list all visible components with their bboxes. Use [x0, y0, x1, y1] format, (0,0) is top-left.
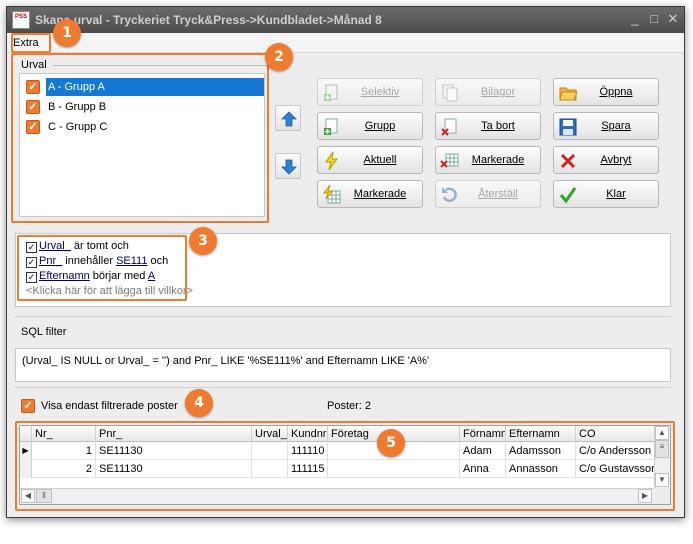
- button-label: Spara: [601, 120, 631, 132]
- copy-pages-icon: [442, 84, 458, 102]
- button-label: Öppna: [599, 86, 633, 98]
- callout-marker-2: 2: [265, 43, 293, 71]
- callout-frame-1: [11, 33, 51, 53]
- sql-filter-label: SQL filter: [21, 326, 67, 338]
- page-delete-icon: [441, 118, 457, 136]
- show-filtered-label: Visa endast filtrerade poster: [41, 400, 178, 412]
- markerade-add-button[interactable]: Markerade: [317, 180, 423, 208]
- app-icon: PSS: [12, 11, 30, 29]
- callout-marker-3: 3: [189, 227, 217, 255]
- button-label: Grupp: [364, 120, 396, 132]
- callout-frame-3: [17, 235, 187, 301]
- main-window: PSS Skapa urval - Tryckeriet Tryck&Press…: [6, 6, 685, 518]
- selektiv-button[interactable]: Selektiv: [317, 78, 423, 106]
- arrow-down-icon: [281, 159, 297, 175]
- avbryt-button[interactable]: Avbryt: [553, 146, 659, 174]
- record-count: Poster: 2: [327, 400, 372, 412]
- move-up-button[interactable]: [275, 105, 301, 131]
- divider: [15, 316, 671, 317]
- button-label: Selektiv: [360, 86, 400, 98]
- maximize-icon[interactable]: □: [646, 12, 662, 28]
- callout-frame-5: [15, 421, 675, 511]
- callout-marker-1: 1: [53, 19, 81, 47]
- button-label: Återställ: [478, 188, 518, 200]
- button-label: Klar: [606, 188, 626, 200]
- sql-filter-text: (Urval_ IS NULL or Urval_ = '') and Pnr_…: [22, 355, 430, 367]
- oppna-button[interactable]: Öppna: [553, 78, 659, 106]
- button-label: Avbryt: [600, 154, 632, 166]
- button-label: Ta bort: [481, 120, 515, 132]
- callout-marker-4: 4: [185, 389, 213, 417]
- button-label: Markerade: [353, 188, 407, 200]
- window-title: Skapa urval - Tryckeriet Tryck&Press->Ku…: [35, 13, 382, 27]
- save-icon: [559, 118, 577, 136]
- bilagor-button[interactable]: Bilagor: [435, 78, 541, 106]
- aterstall-button[interactable]: Återställ: [435, 180, 541, 208]
- divider: [15, 387, 671, 388]
- cross-icon: [560, 153, 576, 169]
- button-label: Markerade: [471, 154, 525, 166]
- spara-button[interactable]: Spara: [553, 112, 659, 140]
- lightning-icon: [325, 151, 338, 171]
- title-bar: PSS Skapa urval - Tryckeriet Tryck&Press…: [7, 7, 684, 33]
- sql-filter-field[interactable]: (Urval_ IS NULL or Urval_ = '') and Pnr_…: [15, 348, 671, 382]
- show-filtered-checkbox[interactable]: ✓: [21, 399, 35, 413]
- move-down-button[interactable]: [275, 153, 301, 179]
- arrow-up-icon: [281, 111, 297, 127]
- callout-frame-2: [11, 53, 269, 223]
- close-icon[interactable]: ✕: [665, 12, 681, 28]
- callout-marker-5: 5: [377, 429, 405, 457]
- klar-button[interactable]: Klar: [553, 180, 659, 208]
- checkmark-icon: [559, 187, 577, 204]
- button-label: Bilagor: [480, 86, 516, 98]
- page-add-icon: [324, 118, 338, 135]
- folder-open-icon: [559, 87, 578, 101]
- aktuell-button[interactable]: Aktuell: [317, 146, 423, 174]
- undo-icon: [442, 187, 457, 203]
- ta-bort-button[interactable]: Ta bort: [435, 112, 541, 140]
- markerade-remove-button[interactable]: Markerade: [435, 146, 541, 174]
- lightning-table-icon: [323, 185, 341, 204]
- button-label: Aktuell: [363, 154, 397, 166]
- table-delete-icon: [440, 153, 459, 168]
- page-add-icon: [324, 84, 338, 101]
- minimize-icon[interactable]: _: [627, 12, 643, 28]
- grupp-button[interactable]: Grupp: [317, 112, 423, 140]
- menu-bar: Extra: [7, 33, 684, 53]
